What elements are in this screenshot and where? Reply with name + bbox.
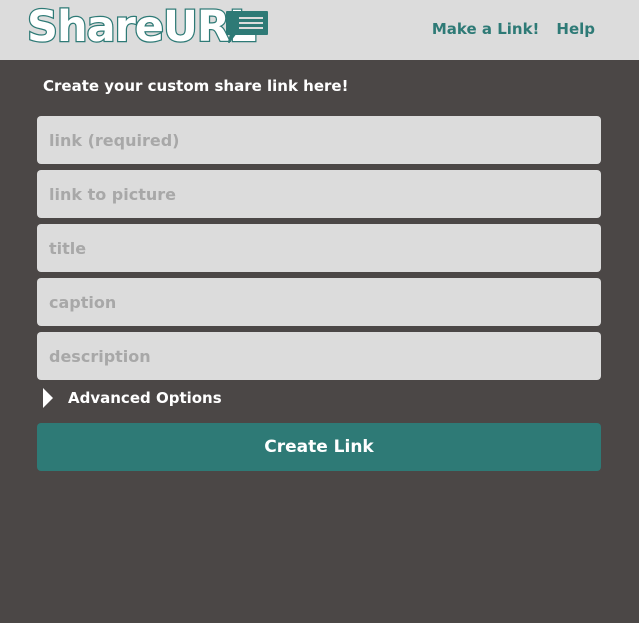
- description-input[interactable]: [37, 332, 601, 380]
- expand-triangle-icon: [43, 388, 53, 408]
- advanced-options-label: Advanced Options: [68, 389, 222, 407]
- header: ShareURL Make a Link! Help: [0, 0, 639, 60]
- advanced-options-toggle[interactable]: Advanced Options: [43, 388, 222, 408]
- speech-bubble-icon: [226, 11, 268, 43]
- top-nav: Make a Link! Help: [432, 20, 595, 38]
- form-intro: Create your custom share link here!: [43, 77, 349, 95]
- picture-link-input[interactable]: [37, 170, 601, 218]
- caption-input[interactable]: [37, 278, 601, 326]
- logo[interactable]: ShareURL: [26, 1, 272, 54]
- link-input[interactable]: [37, 116, 601, 164]
- nav-make-link[interactable]: Make a Link!: [432, 20, 540, 38]
- nav-help[interactable]: Help: [556, 20, 595, 38]
- create-link-button[interactable]: Create Link: [37, 423, 601, 471]
- logo-text: ShareURL: [26, 1, 258, 54]
- title-input[interactable]: [37, 224, 601, 272]
